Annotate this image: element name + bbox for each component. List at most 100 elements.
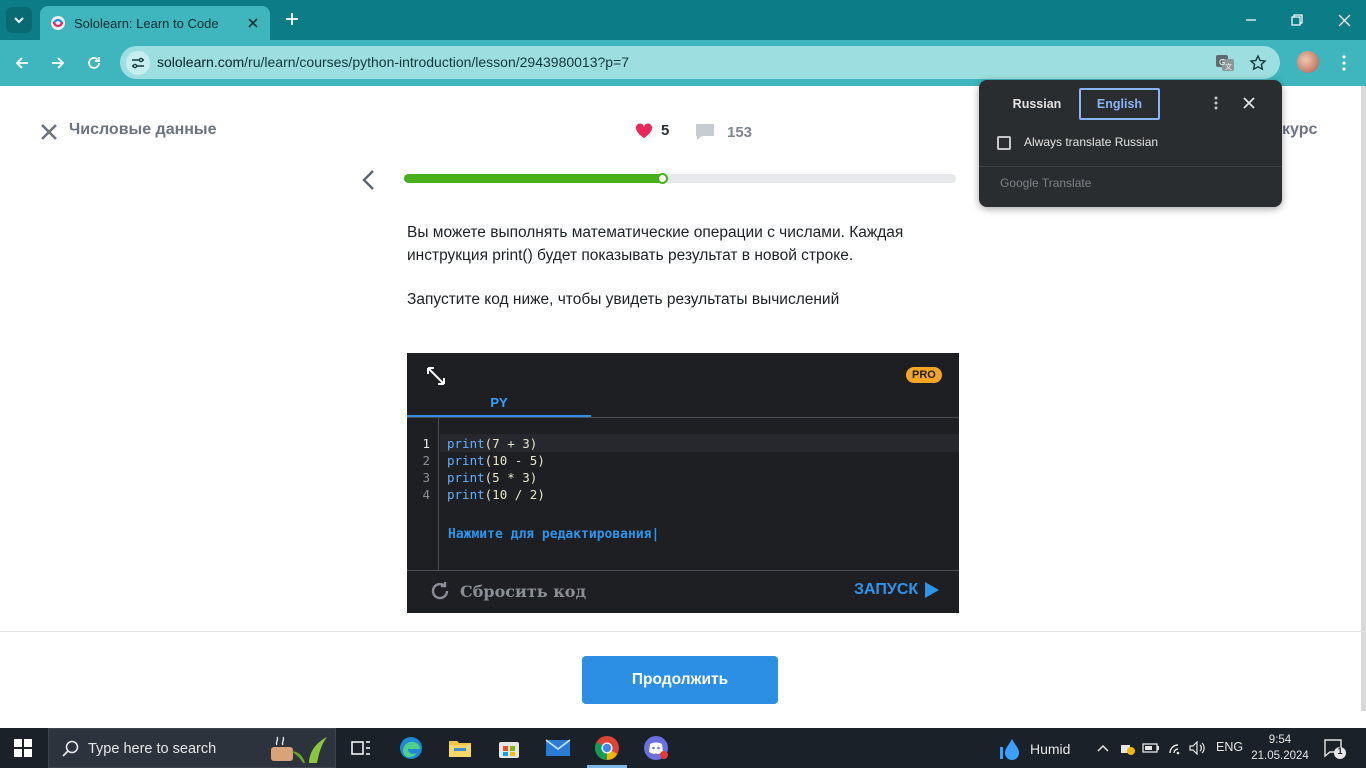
edit-hint[interactable]: Нажмите для редактирования| xyxy=(448,527,659,542)
hearts-counter: 5 xyxy=(635,122,669,139)
kebab-menu-icon xyxy=(1214,96,1218,110)
pro-badge: PRO xyxy=(906,367,942,383)
close-icon[interactable] xyxy=(1241,95,1257,111)
new-tab-button[interactable] xyxy=(282,9,302,29)
close-window-button[interactable] xyxy=(1334,10,1354,30)
run-code-button[interactable]: ЗАПУСК xyxy=(854,581,940,599)
code-text: print(10 - 5) xyxy=(447,452,545,469)
code-line: 2 print(10 - 5) xyxy=(407,452,959,469)
browser-tab-active[interactable]: Sololearn: Learn to Code xyxy=(40,6,270,40)
tab-search-button[interactable] xyxy=(6,7,32,33)
windows-start-icon[interactable] xyxy=(14,739,32,757)
notification-center-button[interactable]: 1 xyxy=(1323,738,1347,760)
translate-page-button[interactable]: G文 xyxy=(1214,52,1236,74)
tab-close-button[interactable] xyxy=(244,14,262,32)
reload-button[interactable] xyxy=(82,51,106,75)
taskbar-search-box[interactable]: Type here to search xyxy=(48,728,336,768)
close-lesson-icon[interactable] xyxy=(40,123,58,141)
back-button[interactable] xyxy=(10,51,34,75)
code-text: print(10 / 2) xyxy=(447,486,545,503)
forward-button[interactable] xyxy=(46,51,70,75)
bookmark-star-button[interactable] xyxy=(1247,52,1269,74)
code-text: print(5 * 3) xyxy=(447,469,537,486)
weather-widget[interactable]: Humid xyxy=(1000,737,1070,761)
taskbar-discord[interactable] xyxy=(641,733,671,763)
taskbar-store[interactable] xyxy=(494,733,524,763)
task-view-icon xyxy=(351,741,370,755)
chevron-left-icon[interactable] xyxy=(360,168,378,192)
mail-icon xyxy=(545,739,571,756)
network-alert-icon xyxy=(1121,745,1135,755)
line-number: 2 xyxy=(422,453,430,468)
search-highlight-illustration-icon xyxy=(271,736,327,763)
code-line: 1 print(7 + 3) xyxy=(407,435,959,452)
translate-options-button[interactable] xyxy=(1208,94,1224,112)
comments-button[interactable]: 153 xyxy=(694,122,752,142)
minimize-button[interactable] xyxy=(1241,10,1261,30)
taskbar-chrome[interactable] xyxy=(592,733,622,763)
divider xyxy=(407,417,959,418)
code-playground: PRO PY 1 print(7 + 3) 2 print(10 - 5) 3 pri… xyxy=(407,353,959,613)
line-number: 4 xyxy=(422,487,430,502)
code-line: 3 print(5 * 3) xyxy=(407,469,959,486)
tray-network-security[interactable] xyxy=(1118,739,1136,757)
arrow-right-icon xyxy=(52,57,65,69)
restore-button[interactable] xyxy=(1287,10,1307,30)
comment-icon xyxy=(696,124,714,140)
lesson-title: Числовые данные xyxy=(69,121,217,138)
code-function: print xyxy=(447,487,485,502)
arrow-left-icon xyxy=(15,57,28,69)
run-code-label: ЗАПУСК xyxy=(854,581,919,598)
tab-source-language[interactable]: Russian xyxy=(995,88,1079,120)
tray-battery[interactable] xyxy=(1142,739,1160,757)
reload-icon xyxy=(88,57,100,69)
sololearn-favicon-icon xyxy=(51,16,65,30)
divider xyxy=(979,166,1282,167)
input-language[interactable]: ENG xyxy=(1216,740,1243,754)
lesson-progress-bar xyxy=(404,173,956,184)
tray-wifi[interactable] xyxy=(1167,739,1185,757)
notification-count: 1 xyxy=(1337,746,1343,756)
task-view-button[interactable] xyxy=(346,733,376,763)
lesson-paragraph: Запустите код ниже, чтобы увидеть резуль… xyxy=(407,291,840,308)
taskbar-file-explorer[interactable] xyxy=(445,733,475,763)
tab-python[interactable]: PY xyxy=(407,389,591,417)
search-icon xyxy=(62,740,79,757)
tab-target-language[interactable]: English xyxy=(1079,88,1160,120)
profile-avatar[interactable] xyxy=(1297,51,1319,73)
footer-divider xyxy=(0,631,1366,632)
translate-popup: Russian English Always translate Russian… xyxy=(979,80,1282,207)
svg-text:文: 文 xyxy=(1225,62,1232,71)
code-function: print xyxy=(447,470,485,485)
reset-code-button[interactable]: Сбросить код xyxy=(428,579,586,603)
code-args: (10 / 2) xyxy=(484,487,545,502)
system-clock[interactable]: 9:54 21.05.2024 xyxy=(1250,732,1310,764)
site-info-button[interactable] xyxy=(126,51,150,75)
taskbar-edge[interactable] xyxy=(396,733,426,763)
code-text: print(7 + 3) xyxy=(447,435,537,452)
browser-menu-button[interactable] xyxy=(1334,52,1354,74)
edge-icon xyxy=(400,737,422,759)
wifi-icon xyxy=(1169,744,1180,755)
always-translate-checkbox[interactable] xyxy=(997,136,1011,150)
windows-taskbar: Type here to search Humid ENG 9:54 21.05… xyxy=(0,728,1366,768)
browser-tab-strip: Sololearn: Learn to Code xyxy=(0,0,1366,40)
store-icon xyxy=(499,742,519,758)
star-icon xyxy=(1249,54,1267,71)
taskbar-mail[interactable] xyxy=(543,733,573,763)
line-number: 3 xyxy=(422,470,430,485)
page-scrollbar[interactable] xyxy=(1361,86,1366,711)
address-bar[interactable]: sololearn.com/ru/learn/courses/python-in… xyxy=(120,46,1280,79)
close-icon xyxy=(1338,14,1350,26)
url-text: sololearn.com/ru/learn/courses/python-in… xyxy=(157,54,629,70)
expand-icon[interactable] xyxy=(425,365,447,387)
continue-button[interactable]: Продолжить xyxy=(582,656,778,704)
tray-volume[interactable] xyxy=(1189,739,1207,757)
lesson-paragraph: Вы можете выполнять математические опера… xyxy=(407,224,904,264)
show-hidden-icons-button[interactable] xyxy=(1094,739,1112,757)
course-link[interactable]: курс xyxy=(1282,121,1317,139)
close-icon xyxy=(248,18,258,28)
google-translate-brand: Google Translate xyxy=(1000,176,1092,190)
battery-icon xyxy=(1142,743,1159,753)
code-editor[interactable]: 1 print(7 + 3) 2 print(10 - 5) 3 print(5 * … xyxy=(407,435,959,503)
